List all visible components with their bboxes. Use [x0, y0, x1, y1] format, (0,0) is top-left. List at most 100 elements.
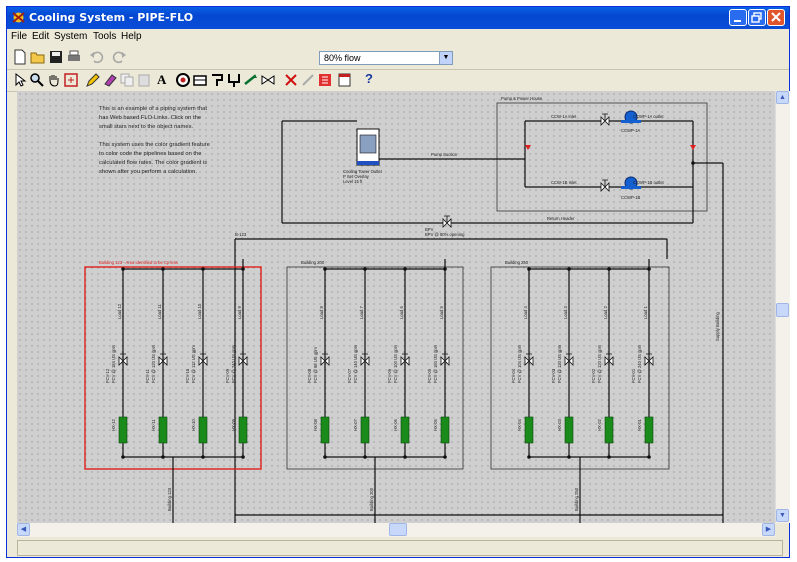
- print-icon[interactable]: [66, 49, 82, 65]
- status-bar: [17, 540, 783, 556]
- hx-label: HX-04: [517, 418, 522, 431]
- pencil-icon[interactable]: [85, 72, 101, 88]
- report-icon[interactable]: [337, 72, 353, 88]
- close-icon: [771, 12, 781, 22]
- building-title: Building 123 - Area identified to be Cp …: [99, 260, 178, 265]
- scroll-right-icon[interactable]: ▶: [762, 523, 775, 536]
- menu-file[interactable]: File: [11, 31, 27, 42]
- fcv-label: FCV @ 112 US gpm: [191, 345, 196, 383]
- b123-tag: B-123: [235, 232, 247, 237]
- heat-exchanger-icon: [524, 416, 534, 444]
- piping-diagram[interactable]: Cooling Tower OutletP Set OverlayLevel 1…: [17, 91, 775, 523]
- minimize-button[interactable]: [729, 9, 747, 26]
- pump-tool-icon[interactable]: [175, 72, 191, 88]
- drawing-toolbar: A ?: [7, 69, 789, 92]
- tank-tool-icon[interactable]: [192, 72, 208, 88]
- pipe-node: [443, 455, 447, 459]
- load-label: Load 9: [237, 306, 242, 319]
- supply-label: Supply Building: [715, 311, 720, 341]
- horizontal-scroll-thumb[interactable]: [389, 523, 407, 536]
- hx-label: HX-07: [353, 418, 358, 431]
- tower-basin-icon: [357, 161, 379, 165]
- save-icon[interactable]: [48, 49, 64, 65]
- hx-label: HX-11: [151, 419, 156, 431]
- menu-help[interactable]: Help: [121, 31, 142, 42]
- flow-arrow-icon: [525, 145, 531, 150]
- load-label: Load 5: [439, 306, 444, 319]
- link-icon[interactable]: [300, 72, 316, 88]
- heat-exchanger-icon: [198, 416, 208, 444]
- vertical-scrollbar[interactable]: ▲ ▼: [775, 91, 790, 523]
- control-valve-icon[interactable]: [243, 72, 259, 88]
- zoom-icon[interactable]: [29, 72, 45, 88]
- pipe-node: [363, 267, 367, 271]
- flow-case-select[interactable]: 80% flow ▼: [319, 51, 453, 65]
- demand-tool-icon[interactable]: [226, 72, 242, 88]
- tower-label: Level 15 ft: [343, 179, 363, 184]
- copy-icon[interactable]: [119, 72, 135, 88]
- maximize-button[interactable]: [748, 9, 766, 26]
- heat-exchanger-icon: [400, 416, 410, 444]
- hx-label: HX-01: [637, 418, 642, 431]
- paste-icon[interactable]: [136, 72, 152, 88]
- heat-exchanger-icon: [118, 416, 128, 444]
- heat-exchanger-icon: [644, 416, 654, 444]
- load-label: Load 4: [523, 306, 528, 319]
- fcv-label: FCV @ 100 US gpm: [393, 344, 398, 383]
- fcv-label: FCV @ 98 US gpm: [313, 347, 318, 383]
- building-bottom-label: Building 123: [167, 487, 172, 511]
- scroll-up-icon[interactable]: ▲: [776, 91, 789, 104]
- heat-exchanger-icon: [158, 416, 168, 444]
- pipe-node: [363, 455, 367, 459]
- menu-edit[interactable]: Edit: [32, 31, 49, 42]
- undo-icon[interactable]: [89, 49, 105, 65]
- heat-exchanger-icon: [440, 416, 450, 444]
- pipe-node: [201, 267, 205, 271]
- building-title: Building 200: [301, 260, 325, 265]
- scroll-down-icon[interactable]: ▼: [776, 509, 789, 522]
- open-folder-icon[interactable]: [30, 49, 46, 65]
- menu-tools[interactable]: Tools: [93, 31, 116, 42]
- pipe-node: [403, 267, 407, 271]
- vertical-scroll-thumb[interactable]: [776, 303, 789, 317]
- pan-hand-icon[interactable]: [46, 72, 62, 88]
- valve-tool-icon[interactable]: [260, 72, 276, 88]
- load-label: Load 10: [197, 303, 202, 319]
- pipe-node: [323, 455, 327, 459]
- horizontal-scrollbar[interactable]: ◀ ▶: [17, 523, 775, 537]
- load-label: Load 12: [117, 303, 122, 319]
- menu-system[interactable]: System: [54, 31, 87, 42]
- load-label: Load 6: [399, 306, 404, 319]
- pointer-icon[interactable]: [12, 72, 28, 88]
- app-window: Cooling System - PIPE-FLO File Edit Syst…: [6, 6, 790, 558]
- drawing-canvas[interactable]: This is an example of a piping system th…: [17, 91, 775, 523]
- fcv-label: FCV-10: [185, 368, 190, 383]
- tower-fill-icon: [359, 134, 377, 154]
- text-tool-button[interactable]: A: [157, 72, 166, 88]
- fcv-label: FCV-07: [347, 368, 352, 383]
- load-label: Load 1: [643, 306, 648, 319]
- fcv-label: FCV @ 104 US gpm: [517, 344, 522, 383]
- calculate-icon[interactable]: [317, 72, 333, 88]
- help-button[interactable]: ?: [365, 71, 373, 86]
- hx-label: HX-12: [111, 418, 116, 431]
- pump-inlet-label: CCW-1B Inlet: [551, 180, 577, 185]
- load-label: Load 11: [157, 304, 162, 319]
- fcv-label: FCV @ 120 US gpm: [597, 344, 602, 383]
- pipe-node: [527, 267, 531, 271]
- fcv-label: FCV @ 240 US gpm: [637, 344, 642, 383]
- redo-icon[interactable]: [111, 49, 127, 65]
- pump-name-label: CCWP-1B: [621, 195, 641, 200]
- pump-base-icon: [621, 186, 641, 189]
- pipe-node: [403, 455, 407, 459]
- chevron-down-icon[interactable]: ▼: [439, 52, 452, 64]
- zoom-fit-icon[interactable]: [63, 72, 79, 88]
- scroll-left-icon[interactable]: ◀: [17, 523, 30, 536]
- close-button[interactable]: [767, 9, 785, 26]
- component-tool-icon[interactable]: [209, 72, 225, 88]
- eraser-icon[interactable]: [102, 72, 118, 88]
- new-file-icon[interactable]: [12, 49, 28, 65]
- pipe-node: [161, 455, 165, 459]
- fcv-label: FCV-08: [307, 368, 312, 383]
- delete-icon[interactable]: [283, 72, 299, 88]
